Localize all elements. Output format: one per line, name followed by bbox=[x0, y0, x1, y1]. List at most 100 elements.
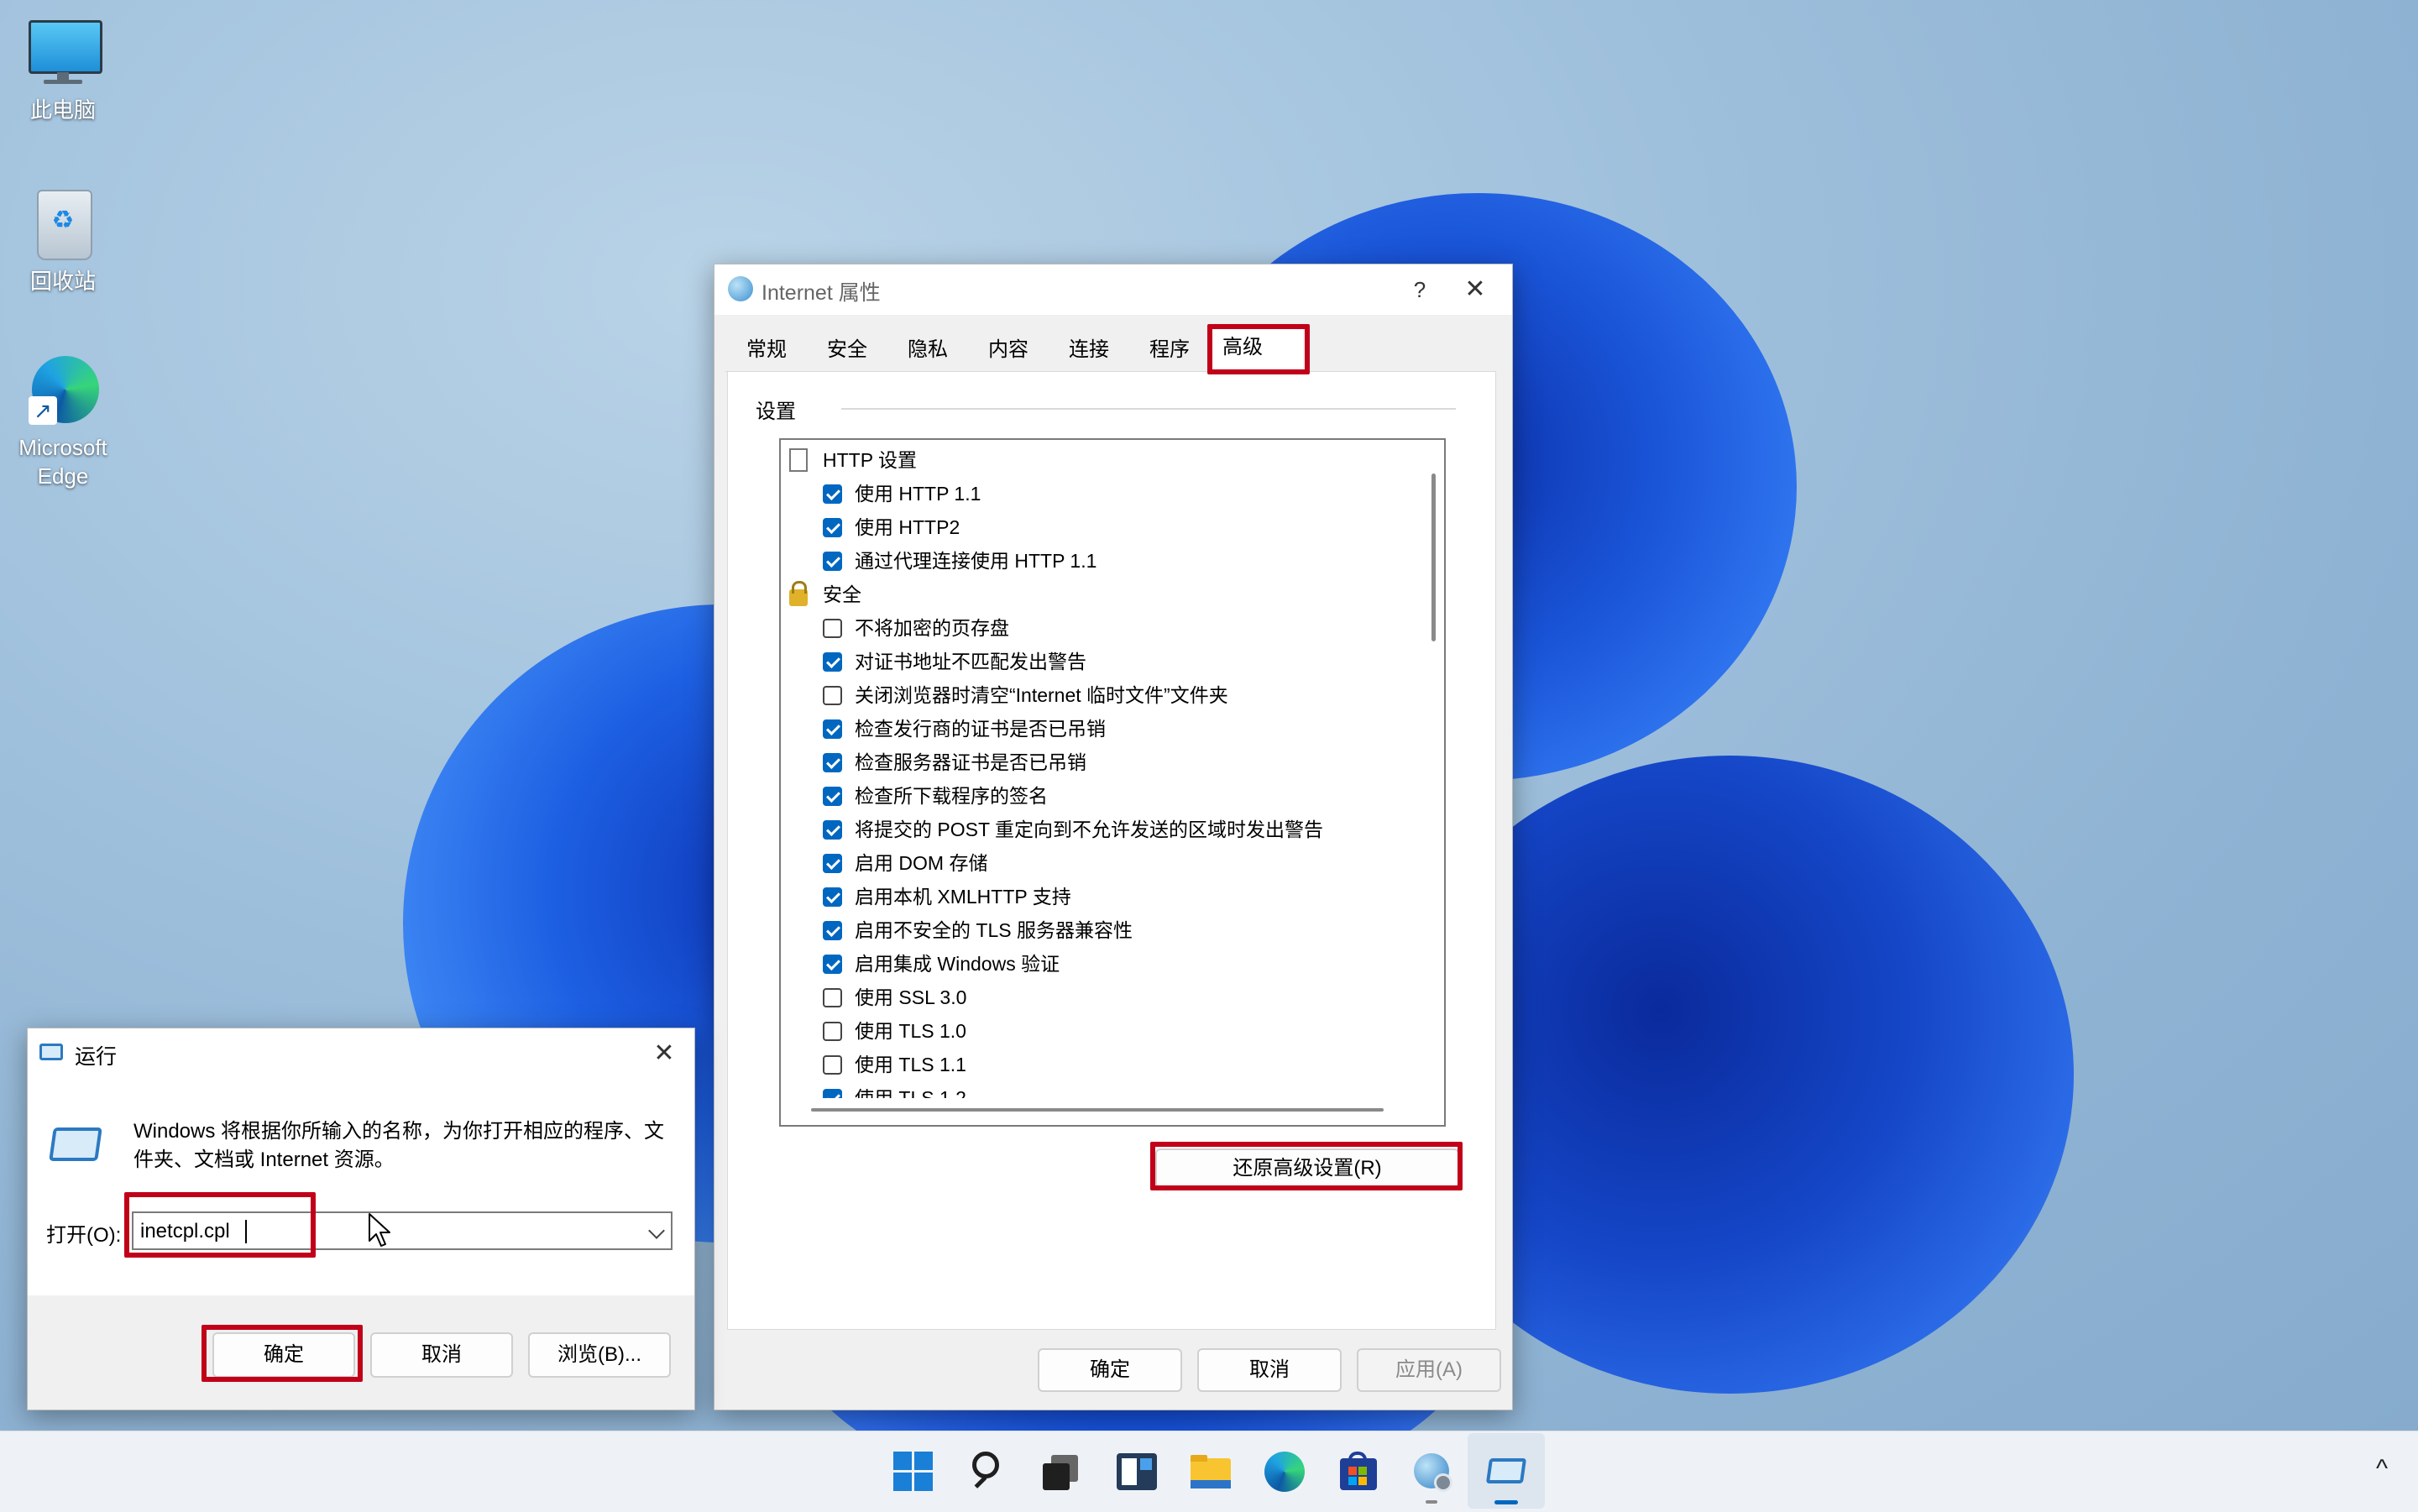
recycle-bin-icon: ♻ bbox=[25, 186, 101, 262]
settings-option-label: 使用 HTTP2 bbox=[855, 516, 960, 538]
file-explorer-icon[interactable] bbox=[1189, 1450, 1233, 1494]
vertical-scrollbar[interactable] bbox=[1431, 473, 1436, 641]
settings-option[interactable]: 使用 TLS 1.1 bbox=[781, 1048, 1419, 1081]
settings-option-label: 启用集成 Windows 验证 bbox=[855, 953, 1060, 975]
checkbox[interactable] bbox=[823, 1055, 842, 1075]
settings-list[interactable]: HTTP 设置使用 HTTP 1.1 使用 HTTP2 通过代理连接使用 HTTP … bbox=[779, 438, 1446, 1127]
settings-option-label: 启用不安全的 TLS 服务器兼容性 bbox=[855, 919, 1133, 941]
close-button[interactable]: ✕ bbox=[641, 1033, 688, 1074]
tab-privacy[interactable]: 隐私 bbox=[888, 329, 967, 371]
tab-connections[interactable]: 连接 bbox=[1049, 329, 1128, 371]
tray-chevron-icon[interactable]: ^ bbox=[2376, 1455, 2388, 1483]
store-icon[interactable] bbox=[1337, 1450, 1380, 1494]
settings-option[interactable]: 使用 TLS 1.0 bbox=[781, 1014, 1419, 1048]
checkbox[interactable] bbox=[823, 955, 842, 974]
settings-option-label: 使用 TLS 1.1 bbox=[855, 1054, 966, 1075]
close-button[interactable]: ✕ bbox=[1452, 269, 1499, 310]
checkbox[interactable] bbox=[823, 484, 842, 504]
settings-option-label: 启用 DOM 存储 bbox=[855, 852, 988, 874]
settings-group-header: HTTP 设置 bbox=[781, 443, 1419, 477]
run-program-icon bbox=[49, 1127, 102, 1161]
checkbox[interactable] bbox=[823, 854, 842, 873]
settings-option[interactable]: 检查服务器证书是否已吊销 bbox=[781, 746, 1419, 779]
document-icon bbox=[789, 448, 808, 472]
checkbox[interactable] bbox=[823, 1022, 842, 1041]
settings-option[interactable]: 启用集成 Windows 验证 bbox=[781, 947, 1419, 981]
checkbox[interactable] bbox=[823, 719, 842, 739]
settings-label: 设置 bbox=[756, 400, 796, 423]
highlight-run-input bbox=[124, 1192, 316, 1258]
title-bar: Internet 属性 ? ✕ bbox=[714, 264, 1512, 315]
cancel-button[interactable]: 取消 bbox=[1197, 1348, 1342, 1392]
chevron-down-icon[interactable] bbox=[648, 1222, 665, 1239]
settings-option-label: 启用本机 XMLHTTP 支持 bbox=[855, 886, 1071, 908]
run-icon[interactable] bbox=[1484, 1450, 1528, 1504]
settings-option[interactable]: 将提交的 POST 重定向到不允许发送的区域时发出警告 bbox=[781, 813, 1419, 846]
help-button[interactable]: ? bbox=[1396, 269, 1443, 310]
run-description: Windows 将根据你所输入的名称，为你打开相应的程序、文件夹、文档或 Int… bbox=[133, 1120, 665, 1171]
checkbox[interactable] bbox=[823, 686, 842, 705]
settings-option-label: 检查发行商的证书是否已吊销 bbox=[855, 718, 1106, 740]
settings-option[interactable]: 使用 HTTP2 bbox=[781, 510, 1419, 544]
settings-option-label: 检查所下载程序的签名 bbox=[855, 785, 1048, 807]
group-divider bbox=[841, 408, 1456, 410]
run-body bbox=[28, 1079, 694, 1295]
checkbox[interactable] bbox=[823, 921, 842, 940]
tab-security[interactable]: 安全 bbox=[808, 329, 887, 371]
checkbox[interactable] bbox=[823, 988, 842, 1007]
internet-options-icon[interactable] bbox=[1410, 1450, 1454, 1504]
checkbox[interactable] bbox=[823, 552, 842, 571]
browse-button[interactable]: 浏览(B)... bbox=[528, 1332, 671, 1378]
checkbox[interactable] bbox=[823, 820, 842, 840]
ok-button[interactable]: 确定 bbox=[1038, 1348, 1182, 1392]
highlight-advanced-tab bbox=[1207, 324, 1310, 374]
settings-option[interactable]: 使用 SSL 3.0 bbox=[781, 981, 1419, 1014]
checkbox[interactable] bbox=[823, 652, 842, 672]
settings-option-label: 不将加密的页存盘 bbox=[855, 617, 1009, 639]
windows-start-icon[interactable] bbox=[892, 1450, 935, 1494]
desktop-icon-edge[interactable]: ↗ Microsoft Edge bbox=[0, 353, 126, 490]
checkbox[interactable] bbox=[823, 1089, 842, 1098]
settings-option[interactable]: 使用 HTTP 1.1 bbox=[781, 477, 1419, 510]
settings-option[interactable]: 启用本机 XMLHTTP 支持 bbox=[781, 880, 1419, 913]
tab-programs[interactable]: 程序 bbox=[1130, 329, 1209, 371]
checkbox[interactable] bbox=[823, 518, 842, 537]
search-icon[interactable] bbox=[967, 1450, 1011, 1494]
task-view-icon[interactable] bbox=[1039, 1450, 1083, 1494]
checkbox[interactable] bbox=[823, 787, 842, 806]
settings-group-label: HTTP 设置 bbox=[823, 449, 918, 471]
settings-option[interactable]: 不将加密的页存盘 bbox=[781, 611, 1419, 645]
apply-button[interactable]: 应用(A) bbox=[1357, 1348, 1501, 1392]
desktop-icon-recycle-bin[interactable]: ♻ 回收站 bbox=[0, 186, 126, 296]
monitor-icon bbox=[25, 15, 102, 91]
desktop-icon-label: 此电脑 bbox=[29, 97, 96, 123]
settings-option[interactable]: 对证书地址不匹配发出警告 bbox=[781, 645, 1419, 678]
widgets-icon[interactable] bbox=[1115, 1450, 1159, 1494]
settings-option-label: 使用 SSL 3.0 bbox=[855, 986, 967, 1008]
settings-option-label: 使用 TLS 1.2 bbox=[855, 1087, 966, 1098]
window-title: 运行 bbox=[75, 1045, 118, 1069]
settings-option[interactable]: 检查发行商的证书是否已吊销 bbox=[781, 712, 1419, 746]
cancel-button[interactable]: 取消 bbox=[370, 1332, 513, 1378]
edge-icon: ↗ bbox=[25, 353, 101, 428]
desktop-icon-this-pc[interactable]: 此电脑 bbox=[0, 15, 126, 124]
horizontal-scrollbar[interactable] bbox=[811, 1108, 1384, 1112]
checkbox[interactable] bbox=[823, 619, 842, 638]
checkbox[interactable] bbox=[823, 753, 842, 772]
tab-general[interactable]: 常规 bbox=[727, 329, 806, 371]
tab-content[interactable]: 内容 bbox=[969, 329, 1048, 371]
settings-option[interactable]: 启用 DOM 存储 bbox=[781, 846, 1419, 880]
settings-option[interactable]: 使用 TLS 1.2 bbox=[781, 1081, 1419, 1098]
window-title: Internet 属性 bbox=[762, 281, 881, 305]
edge-icon[interactable] bbox=[1263, 1450, 1306, 1494]
settings-option-label: 使用 TLS 1.0 bbox=[855, 1020, 966, 1042]
settings-rows: HTTP 设置使用 HTTP 1.1 使用 HTTP2 通过代理连接使用 HTTP … bbox=[781, 443, 1419, 1098]
settings-option[interactable]: 检查所下载程序的签名 bbox=[781, 779, 1419, 813]
settings-option-label: 关闭浏览器时清空“Internet 临时文件”文件夹 bbox=[855, 684, 1228, 706]
title-bar: 运行 ✕ bbox=[28, 1028, 694, 1079]
lock-icon bbox=[789, 581, 808, 606]
checkbox[interactable] bbox=[823, 887, 842, 907]
settings-option[interactable]: 启用不安全的 TLS 服务器兼容性 bbox=[781, 913, 1419, 947]
settings-option[interactable]: 通过代理连接使用 HTTP 1.1 bbox=[781, 544, 1419, 578]
settings-option[interactable]: 关闭浏览器时清空“Internet 临时文件”文件夹 bbox=[781, 678, 1419, 712]
